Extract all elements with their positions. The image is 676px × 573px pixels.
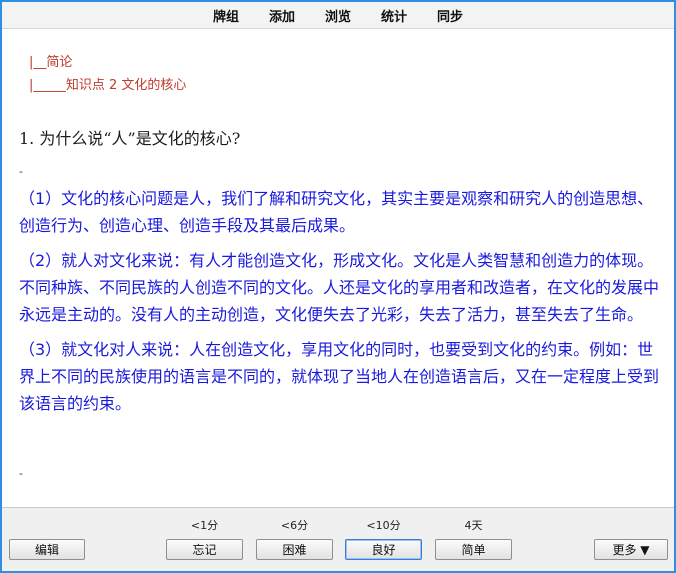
easy-button[interactable]: 简单 [435,539,512,560]
top-menu-bar: 牌组 添加 浏览 统计 同步 [2,2,674,29]
menu-browse[interactable]: 浏览 [323,6,353,25]
interval-again: <1分 [190,519,219,532]
more-button[interactable]: 更多 ▼ [594,539,668,560]
answer-paragraph: （1）文化的核心问题是人，我们了解和研究文化，其实主要是观察和研究人的创造思想、… [19,189,654,235]
again-button[interactable]: 忘记 [166,539,243,560]
answer-text: （1）文化的核心问题是人，我们了解和研究文化，其实主要是观察和研究人的创造思想、… [19,185,659,425]
menu-sync[interactable]: 同步 [435,6,465,25]
hard-button[interactable]: 困难 [256,539,333,560]
interval-hard: <6分 [280,519,309,532]
edit-button[interactable]: 编辑 [9,539,85,560]
separator-top: - [19,165,23,178]
interval-good: <10分 [366,519,401,532]
answer-paragraph: （3）就文化对人来说：人在创造文化，享用文化的同时，也要受到文化的约束。例如：世… [19,340,660,413]
answer-paragraph: （2）就人对文化来说：有人才能创造文化，形成文化。文化是人类智慧和创造力的体现。… [19,251,660,324]
breadcrumb: |__简论 |_____知识点 2 文化的核心 [29,51,186,97]
menu-stats[interactable]: 统计 [379,6,409,25]
question-text: 1. 为什么说“人”是文化的核心? [19,129,241,148]
breadcrumb-item-topic[interactable]: |_____知识点 2 文化的核心 [29,74,186,97]
separator-bottom: - [19,467,23,480]
review-window: 牌组 添加 浏览 统计 同步 |__简论 |_____知识点 2 文化的核心 1… [0,0,676,573]
menu-add[interactable]: 添加 [267,6,297,25]
breadcrumb-item-overview[interactable]: |__简论 [29,51,186,74]
card-content: |__简论 |_____知识点 2 文化的核心 1. 为什么说“人”是文化的核心… [2,29,674,507]
good-button[interactable]: 良好 [345,539,422,560]
interval-easy: 4天 [464,519,483,532]
menu-decks[interactable]: 牌组 [211,6,241,25]
answer-bar: <1分 <6分 <10分 4天 编辑 忘记 困难 良好 简单 更多 ▼ [2,507,674,571]
